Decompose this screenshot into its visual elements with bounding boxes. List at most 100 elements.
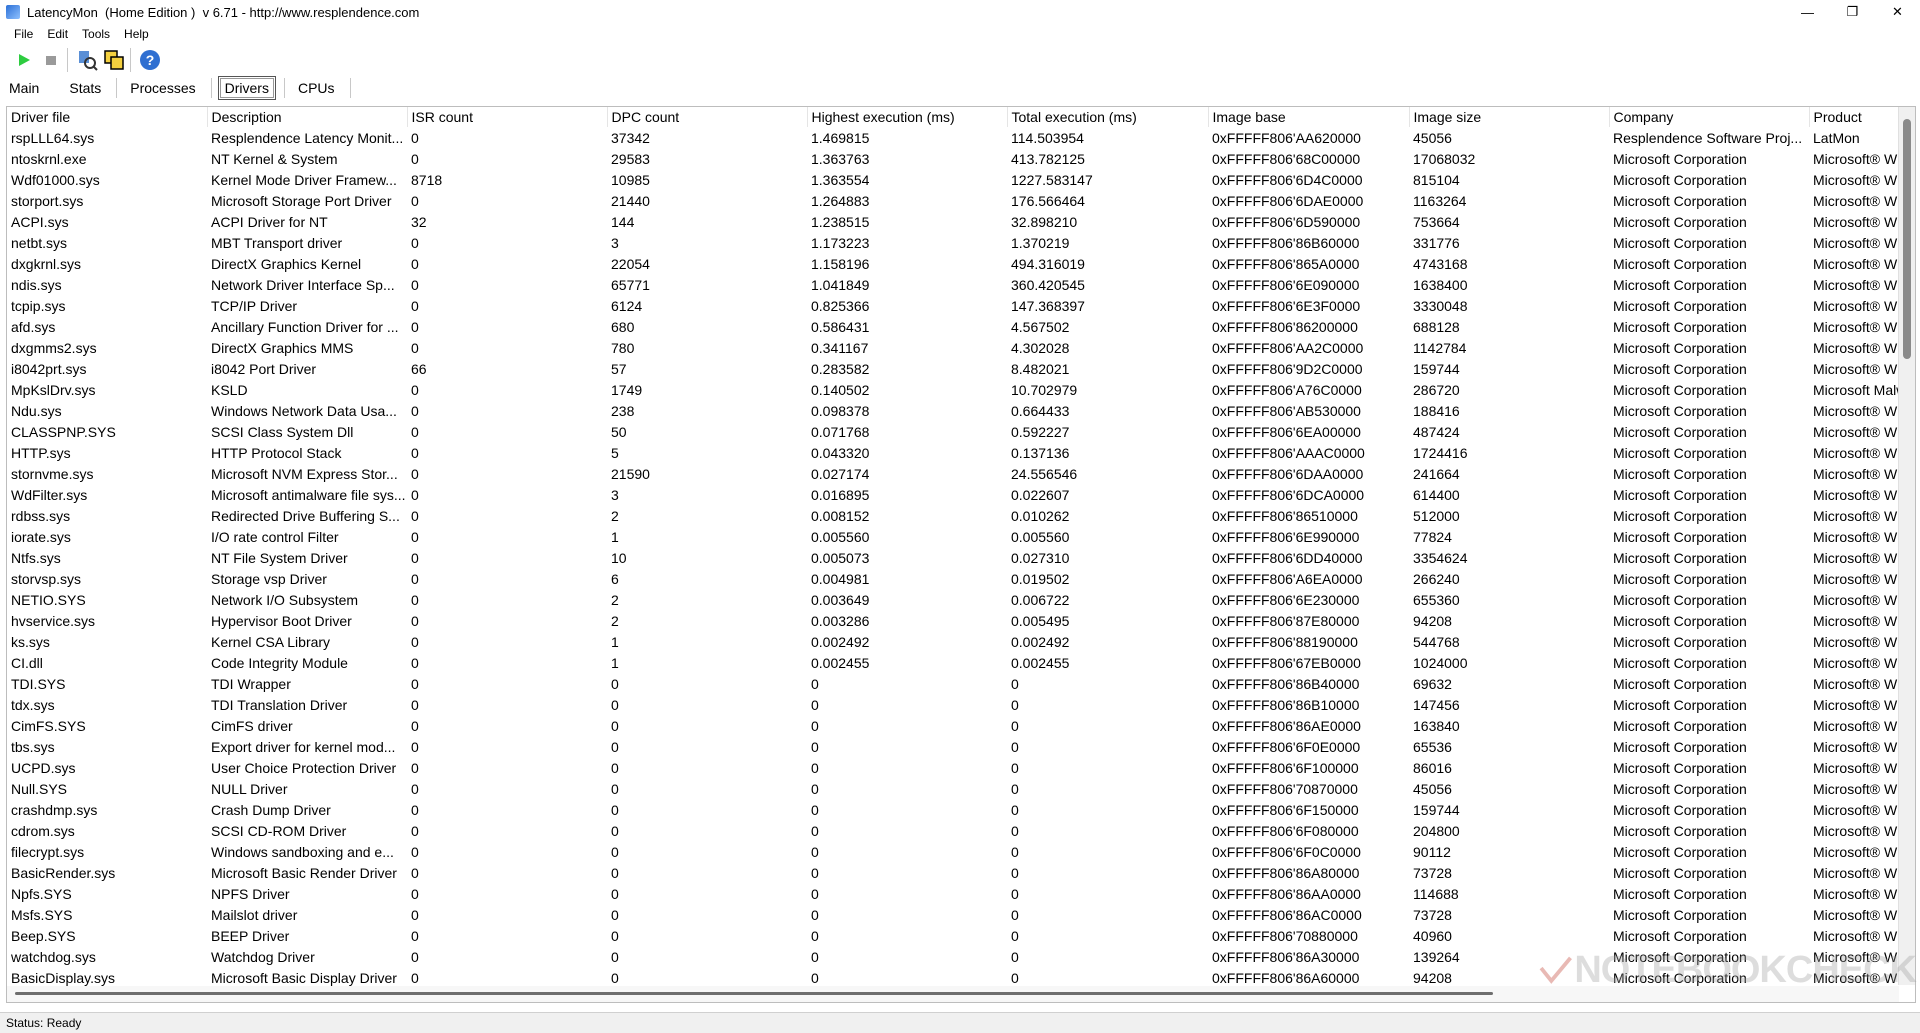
table-row[interactable]: UCPD.sys User Choice Protection Driver 0 0 0…: [7, 757, 1899, 778]
column-header[interactable]: ISR count: [407, 107, 608, 127]
table-cell: 815104: [1413, 171, 1460, 188]
table-row[interactable]: rspLLL64.sys Resplendence Latency Monit..…: [7, 127, 1899, 148]
column-header[interactable]: Total execution (ms): [1007, 107, 1209, 127]
menu-edit[interactable]: Edit: [47, 27, 68, 41]
table-row[interactable]: WdFilter.sys Microsoft antimalware file s…: [7, 484, 1899, 505]
table-row[interactable]: iorate.sys I/O rate control Filter 0 1 0.005…: [7, 526, 1899, 547]
column-header[interactable]: Company: [1609, 107, 1810, 127]
table-cell: 73728: [1413, 864, 1452, 881]
column-header[interactable]: DPC count: [607, 107, 808, 127]
table-row[interactable]: TDI.SYS TDI Wrapper 0 0 0 0 0xFFFFF806'86B4000…: [7, 673, 1899, 694]
table-cell: 0xFFFFF806'70870000: [1212, 780, 1358, 797]
table-cell: 0: [1011, 864, 1019, 881]
table-row[interactable]: CimFS.SYS CimFS driver 0 0 0 0 0xFFFFF806'86AE…: [7, 715, 1899, 736]
column-header[interactable]: Highest execution (ms): [807, 107, 1008, 127]
table-row[interactable]: ntoskrnl.exe NT Kernel & System 0 29583 1.36…: [7, 148, 1899, 169]
table-row[interactable]: storvsp.sys Storage vsp Driver 0 6 0.004981 0…: [7, 568, 1899, 589]
table-row[interactable]: rdbss.sys Redirected Drive Buffering S...…: [7, 505, 1899, 526]
table-row[interactable]: tbs.sys Export driver for kernel mod... 0 0…: [7, 736, 1899, 757]
table-row[interactable]: Ndu.sys Windows Network Data Usa... 0 238 0.…: [7, 400, 1899, 421]
table-row[interactable]: dxgkrnl.sys DirectX Graphics Kernel 0 22054…: [7, 253, 1899, 274]
table-cell: CimFS driver: [211, 717, 293, 734]
table-row[interactable]: watchdog.sys Watchdog Driver 0 0 0 0 0xFFFFF80…: [7, 946, 1899, 967]
table-row[interactable]: tcpip.sys TCP/IP Driver 0 6124 0.825366 147.3…: [7, 295, 1899, 316]
table-cell: 0xFFFFF806'6DD40000: [1212, 549, 1363, 566]
table-row[interactable]: Msfs.SYS Mailslot driver 0 0 0 0 0xFFFFF806'86…: [7, 904, 1899, 925]
table-cell: 73728: [1413, 906, 1452, 923]
table-row[interactable]: dxgmms2.sys DirectX Graphics MMS 0 780 0.341…: [7, 337, 1899, 358]
table-cell: 0: [411, 948, 419, 965]
stop-button[interactable]: [39, 48, 63, 72]
maximize-button[interactable]: ❐: [1830, 0, 1875, 24]
vertical-scroll-thumb[interactable]: [1903, 119, 1911, 359]
table-row[interactable]: netbt.sys MBT Transport driver 0 3 1.173223 1…: [7, 232, 1899, 253]
column-header[interactable]: Image base: [1208, 107, 1410, 127]
column-header[interactable]: Product: [1809, 107, 1900, 127]
table-cell: 0xFFFFF806'68C00000: [1212, 150, 1361, 167]
table-row[interactable]: storport.sys Microsoft Storage Port Drive…: [7, 190, 1899, 211]
table-row[interactable]: cdrom.sys SCSI CD-ROM Driver 0 0 0 0 0xFFFFF80…: [7, 820, 1899, 841]
start-button[interactable]: [12, 48, 36, 72]
table-row[interactable]: Null.SYS NULL Driver 0 0 0 0 0xFFFFF806'708700…: [7, 778, 1899, 799]
table-cell: Microsoft Corporation: [1613, 948, 1747, 965]
table-cell: Ndu.sys: [11, 402, 62, 419]
table-row[interactable]: BasicDisplay.sys Microsoft Basic Display …: [7, 967, 1899, 988]
table-row[interactable]: stornvme.sys Microsoft NVM Express Stor..…: [7, 463, 1899, 484]
table-row[interactable]: ndis.sys Network Driver Interface Sp... 0 6…: [7, 274, 1899, 295]
table-row[interactable]: MpKslDrv.sys KSLD 0 1749 0.140502 10.702979 0x…: [7, 379, 1899, 400]
table-row[interactable]: NETIO.SYS Network I/O Subsystem 0 2 0.003649…: [7, 589, 1899, 610]
table-cell: 0xFFFFF806'86AC0000: [1212, 906, 1362, 923]
menu-file[interactable]: File: [14, 27, 33, 41]
table-row[interactable]: afd.sys Ancillary Function Driver for ...…: [7, 316, 1899, 337]
table-cell: Microsoft Malw: [1813, 381, 1899, 398]
table-cell: Microsoft® W: [1813, 339, 1898, 356]
close-button[interactable]: ✕: [1875, 0, 1920, 24]
table-row[interactable]: CLASSPNP.SYS SCSI Class System Dll 0 50 0.07…: [7, 421, 1899, 442]
table-row[interactable]: filecrypt.sys Windows sandboxing and e...…: [7, 841, 1899, 862]
column-header[interactable]: Driver file: [7, 107, 208, 127]
table-cell: Microsoft® W: [1813, 549, 1898, 566]
analyze-button[interactable]: [75, 48, 99, 72]
table-cell: 57: [611, 360, 627, 377]
table-cell: 0xFFFFF806'86AE0000: [1212, 717, 1361, 734]
tab-main[interactable]: Main: [2, 76, 46, 100]
table-cell: 0xFFFFF806'AAAC0000: [1212, 444, 1365, 461]
column-header[interactable]: Image size: [1409, 107, 1610, 127]
table-row[interactable]: i8042prt.sys i8042 Port Driver 66 57 0.28358…: [7, 358, 1899, 379]
table-row[interactable]: hvservice.sys Hypervisor Boot Driver 0 2 0.0…: [7, 610, 1899, 631]
table-row[interactable]: Beep.SYS BEEP Driver 0 0 0 0 0xFFFFF806'708800…: [7, 925, 1899, 946]
minimize-button[interactable]: —: [1785, 0, 1830, 24]
menu-help[interactable]: Help: [124, 27, 149, 41]
table-row[interactable]: ACPI.sys ACPI Driver for NT 32 144 1.238515 3…: [7, 211, 1899, 232]
table-cell: 4.567502: [1011, 318, 1070, 335]
menu-tools[interactable]: Tools: [82, 27, 110, 41]
table-row[interactable]: BasicRender.sys Microsoft Basic Render Dr…: [7, 862, 1899, 883]
tab-stats[interactable]: Stats: [62, 76, 108, 100]
status-text: Status: Ready: [6, 1016, 82, 1030]
table-row[interactable]: CI.dll Code Integrity Module 0 1 0.002455 0.0…: [7, 652, 1899, 673]
table-cell: 0: [811, 906, 819, 923]
tab-cpus[interactable]: CPUs: [291, 76, 342, 100]
table-row[interactable]: Wdf01000.sys Kernel Mode Driver Framew...…: [7, 169, 1899, 190]
table-row[interactable]: Ntfs.sys NT File System Driver 0 10 0.005073…: [7, 547, 1899, 568]
table-cell: 0xFFFFF806'AB530000: [1212, 402, 1361, 419]
tab-processes[interactable]: Processes: [123, 76, 202, 100]
windows-button[interactable]: [102, 48, 126, 72]
tab-drivers[interactable]: Drivers: [217, 76, 276, 100]
table-cell: 0: [1011, 843, 1019, 860]
column-header[interactable]: Description: [207, 107, 408, 127]
vertical-scrollbar[interactable]: [1898, 107, 1915, 985]
table-row[interactable]: HTTP.sys HTTP Protocol Stack 0 5 0.043320 0.1…: [7, 442, 1899, 463]
table-cell: 0: [611, 948, 619, 965]
table-row[interactable]: ks.sys Kernel CSA Library 0 1 0.002492 0.0024…: [7, 631, 1899, 652]
table-cell: 0xFFFFF806'86510000: [1212, 507, 1358, 524]
table-row[interactable]: Npfs.SYS NPFS Driver 0 0 0 0 0xFFFFF806'86AA00…: [7, 883, 1899, 904]
table-cell: 0xFFFFF806'AA2C0000: [1212, 339, 1364, 356]
table-row[interactable]: crashdmp.sys Crash Dump Driver 0 0 0 0 0xFFFFF…: [7, 799, 1899, 820]
table-cell: Code Integrity Module: [211, 654, 348, 671]
horizontal-scrollbar[interactable]: [7, 986, 1899, 1002]
horizontal-scroll-thumb[interactable]: [15, 992, 1493, 995]
table-row[interactable]: tdx.sys TDI Translation Driver 0 0 0 0 0xFFFFF…: [7, 694, 1899, 715]
table-cell: 0xFFFFF806'86A60000: [1212, 969, 1360, 986]
help-button[interactable]: ?: [138, 48, 162, 72]
